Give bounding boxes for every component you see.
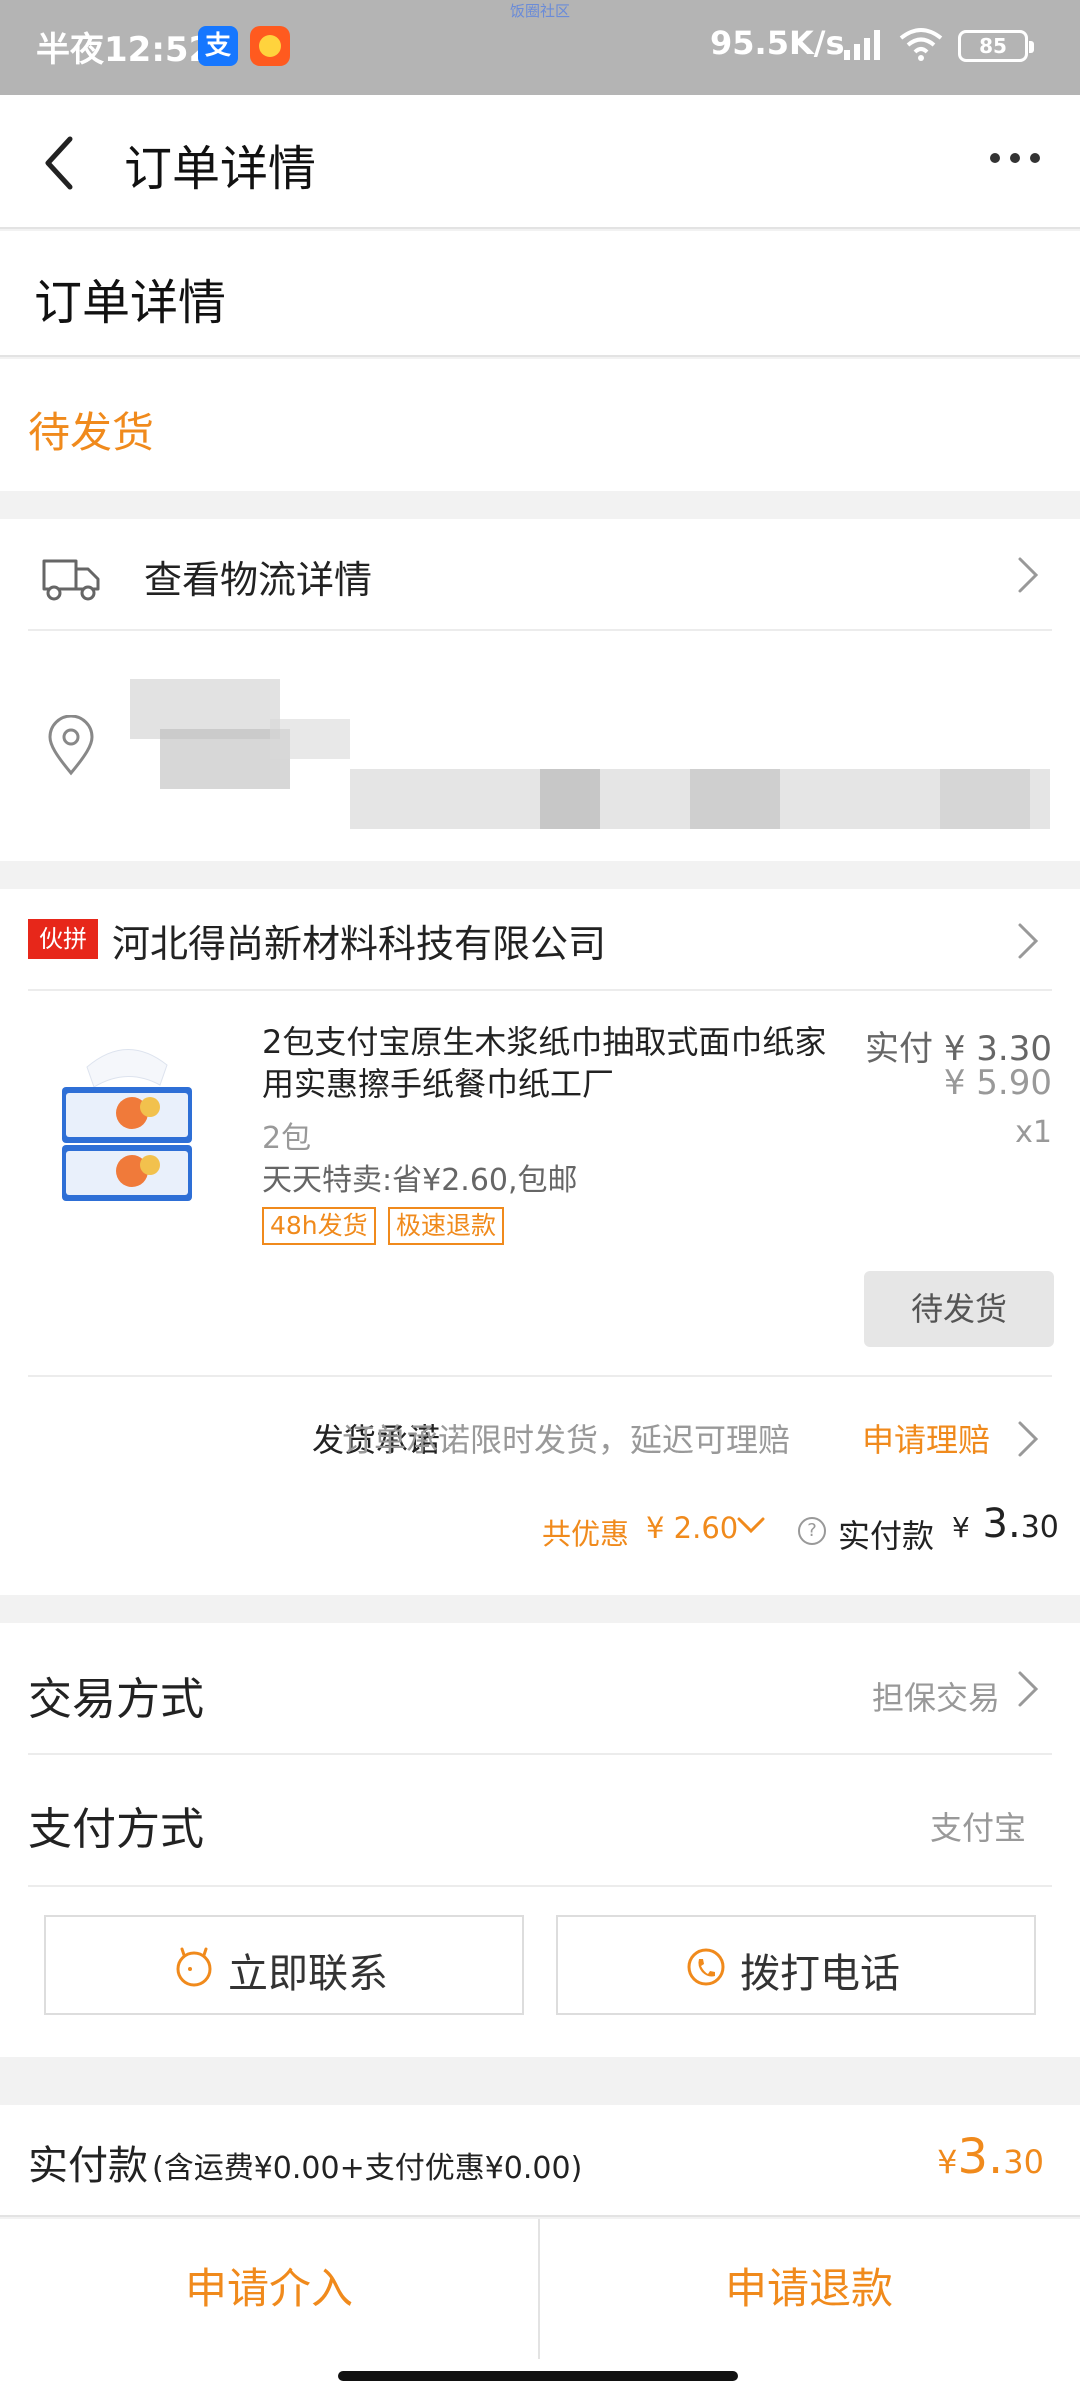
shipping-promise-row[interactable]: 发货承诺 订单承诺限时发货，延迟可理赔 申请理赔 — [0, 1405, 1080, 1485]
payment-method-value: 支付宝 — [929, 1809, 1026, 1847]
status-bar: 饭圈社区 半夜12:52 支 95.5K/s 85 — [0, 0, 1080, 95]
divider — [28, 629, 1052, 631]
status-time: 半夜12:52 — [36, 30, 213, 70]
summary-detail: (含运费¥0.00+支付优惠¥0.00) — [152, 2151, 583, 2186]
payment-method-row: 支付方式 支付宝 — [0, 1755, 1080, 1885]
shop-row[interactable]: 伙拼 河北得尚新材料科技有限公司 — [0, 889, 1080, 989]
app-header: 订单详情 — [0, 95, 1080, 229]
paid-int: 3. — [982, 1501, 1021, 1547]
sub-title-bar: 订单详情 — [0, 231, 1080, 357]
divider — [28, 1885, 1052, 1887]
chevron-right-icon — [1018, 1671, 1039, 1707]
signal-icon — [844, 30, 880, 60]
chevron-right-icon — [1018, 923, 1039, 959]
help-icon[interactable]: ? — [798, 1517, 826, 1545]
trade-method-row[interactable]: 交易方式 担保交易 — [0, 1623, 1080, 1753]
tag-48h-ship: 48h发货 — [262, 1207, 376, 1245]
alipay-notification-icon: 支 — [198, 26, 238, 66]
group-buy-badge: 伙拼 — [28, 919, 98, 959]
watermark-text: 饭圈社区 — [509, 2, 570, 20]
quantity: x1 — [1015, 1115, 1052, 1150]
shop-name: 河北得尚新材料科技有限公司 — [112, 922, 607, 966]
wifi-icon — [899, 28, 943, 61]
product-image[interactable] — [52, 1037, 202, 1207]
contact-seller-label: 立即联系 — [228, 1951, 388, 1997]
trade-method-label: 交易方式 — [28, 1674, 204, 1725]
paid-label: 实付款 — [838, 1517, 935, 1555]
total-row: 共优惠 ¥ 2.60 ? 实付款 ¥ 3.30 — [0, 1499, 1080, 1579]
original-price: ¥ 5.90 — [943, 1063, 1052, 1103]
logistics-card: 查看物流详情 — [0, 519, 1080, 861]
phone-icon — [687, 1948, 725, 1986]
section-title: 订单详情 — [34, 275, 227, 331]
paid-dec: 30 — [1020, 1510, 1059, 1545]
battery-icon: 85 — [958, 30, 1034, 62]
app-notification-icon — [250, 26, 290, 66]
summary-currency: ¥ — [937, 2143, 958, 2181]
summary-label: 实付款 — [28, 2143, 148, 2189]
page-title: 订单详情 — [124, 141, 317, 197]
payment-method-label: 支付方式 — [28, 1804, 204, 1855]
promo-text: 天天特卖:省¥2.60,包邮 — [262, 1163, 578, 1198]
chevron-right-icon — [1018, 1421, 1039, 1457]
discount-value[interactable]: ¥ 2.60 — [646, 1511, 738, 1545]
summary-dec: 30 — [1003, 2143, 1044, 2181]
item-status-button[interactable]: 待发货 — [864, 1271, 1054, 1347]
trade-method-value: 担保交易 — [871, 1679, 1000, 1717]
product-title[interactable]: 2包支付宝原生木浆纸巾抽取式面巾纸家用实惠擦手纸餐巾纸工厂 — [262, 1021, 842, 1105]
divider — [28, 1375, 1052, 1377]
apply-claim-link[interactable]: 申请理赔 — [862, 1415, 990, 1461]
home-indicator[interactable] — [338, 2371, 738, 2381]
chevron-left-icon[interactable] — [40, 133, 80, 193]
paid-amount: ¥ 3.30 — [952, 1501, 1059, 1547]
more-horizontal-icon[interactable] — [990, 153, 1040, 169]
apply-intervention-button[interactable]: 申请介入 — [0, 2219, 538, 2359]
contact-seller-button[interactable]: 立即联系 — [44, 1915, 524, 2015]
trade-info-card: 交易方式 担保交易 支付方式 支付宝 立即联系 拨打电话 — [0, 1623, 1080, 2057]
summary-amount: ¥3.30 — [937, 2129, 1044, 2185]
discount-label[interactable]: 共优惠 — [542, 1511, 629, 1553]
redacted-address — [120, 669, 1060, 849]
location-pin-icon — [48, 715, 94, 776]
order-status-row: 待发货 — [0, 359, 1080, 491]
truck-icon — [42, 559, 100, 601]
network-speed: 95.5K/s — [710, 24, 845, 62]
chevron-down-icon[interactable] — [736, 1515, 766, 1535]
logistics-row[interactable]: 查看物流详情 — [0, 519, 1080, 629]
order-status: 待发货 — [28, 408, 155, 457]
call-phone-button[interactable]: 拨打电话 — [556, 1915, 1036, 2015]
payment-summary: 实付款 (含运费¥0.00+支付优惠¥0.00) ¥3.30 — [0, 2105, 1080, 2217]
logistics-label: 查看物流详情 — [144, 558, 373, 602]
chat-face-icon — [176, 1947, 212, 1987]
call-phone-label: 拨打电话 — [740, 1951, 900, 1997]
chevron-right-icon — [1018, 557, 1039, 593]
order-item-card: 伙拼 河北得尚新材料科技有限公司 2包支付宝原生木浆纸巾抽取式面巾纸家用实惠擦手… — [0, 889, 1080, 1595]
tag-fast-refund: 极速退款 — [388, 1207, 505, 1245]
product-spec: 2包 — [262, 1121, 312, 1156]
divider — [28, 989, 1052, 991]
apply-refund-button[interactable]: 申请退款 — [540, 2219, 1078, 2359]
paid-currency: ¥ — [952, 1511, 970, 1544]
promise-text: 订单承诺限时发货，延迟可理赔 — [341, 1421, 790, 1459]
summary-int: 3. — [957, 2129, 1004, 2185]
